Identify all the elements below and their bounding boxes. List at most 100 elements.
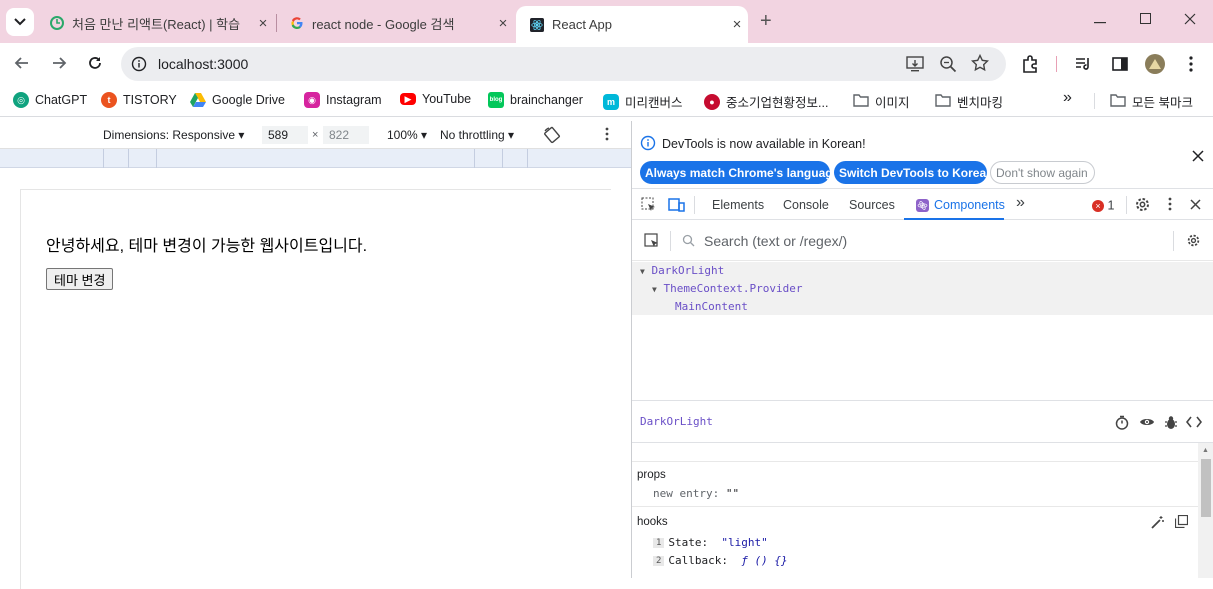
tree-node-darkorlight[interactable]: ▼ DarkOrLight xyxy=(640,264,724,277)
bookmark-youtube[interactable]: ▶ YouTube xyxy=(400,92,471,106)
inspector-scrollbar[interactable]: ▲ xyxy=(1198,443,1213,578)
tab-google-search[interactable]: react node - Google 검색 × xyxy=(276,8,514,38)
reload-button[interactable] xyxy=(81,51,109,79)
profile-avatar[interactable] xyxy=(1144,53,1166,75)
tab-react-course[interactable]: 처음 만난 리액트(React) | 학습 × xyxy=(36,8,274,38)
component-settings-gear-icon[interactable] xyxy=(1186,233,1201,251)
maximize-button[interactable] xyxy=(1122,0,1168,40)
stopwatch-icon[interactable] xyxy=(1115,415,1129,433)
tab-console[interactable]: Console xyxy=(783,198,829,212)
theme-toggle-button[interactable]: 테마 변경 xyxy=(46,268,114,290)
back-button[interactable] xyxy=(8,51,36,79)
tab-elements[interactable]: Elements xyxy=(712,198,764,212)
google-g-icon xyxy=(290,16,304,30)
width-input[interactable]: 589 xyxy=(262,126,308,144)
device-toggle-icon[interactable] xyxy=(668,197,685,216)
more-bookmarks-button[interactable]: » xyxy=(1063,89,1072,107)
device-toolbar: Dimensions: Responsive ▾ 589 × 822 100% … xyxy=(0,121,631,149)
bookmark-google-drive[interactable]: Google Drive xyxy=(190,92,285,108)
eye-icon[interactable] xyxy=(1139,416,1155,431)
tab-react-app[interactable]: React App × xyxy=(516,6,748,43)
component-search-input[interactable]: Search (text or /regex/) xyxy=(704,233,847,249)
tab-search-button[interactable] xyxy=(6,8,34,36)
settings-gear-icon[interactable] xyxy=(1134,196,1151,216)
blog-icon: blog xyxy=(488,92,504,108)
device-options-kebab-icon[interactable] xyxy=(605,127,609,144)
instagram-icon: ◉ xyxy=(304,92,320,108)
customize-kebab-icon[interactable] xyxy=(1168,197,1172,214)
miricanvas-icon: m xyxy=(603,93,619,110)
tab-divider xyxy=(1126,196,1127,214)
bookmark-folder-benchmark[interactable]: 벤치마킹 xyxy=(935,92,1003,111)
drive-icon xyxy=(190,92,206,108)
scroll-up-icon[interactable]: ▲ xyxy=(1202,447,1209,454)
magic-wand-icon[interactable] xyxy=(1150,515,1165,533)
bookmark-tistory[interactable]: t TISTORY xyxy=(101,92,177,108)
reload-icon xyxy=(87,55,103,76)
bookmark-instagram[interactable]: ◉ Instagram xyxy=(304,92,382,108)
address-bar[interactable]: localhost:3000 xyxy=(121,47,1006,81)
close-tab-icon[interactable]: × xyxy=(252,15,274,32)
tab-components[interactable]: Components xyxy=(904,190,1005,220)
throttling-dropdown[interactable]: No throttling ▾ xyxy=(440,128,514,142)
tab-sources[interactable]: Sources xyxy=(849,198,895,212)
close-window-button[interactable] xyxy=(1167,0,1213,40)
minimize-icon xyxy=(1094,13,1106,27)
install-app-icon[interactable] xyxy=(906,55,924,76)
menu-kebab-icon[interactable] xyxy=(1180,53,1202,75)
scrollbar-thumb[interactable] xyxy=(1201,459,1211,517)
bookmark-folder-images[interactable]: 이미지 xyxy=(853,92,910,111)
bookmark-brainchanger[interactable]: blog brainchanger xyxy=(488,92,583,108)
component-tree: ▼ DarkOrLight ▼ ThemeContext.Provider Ma… xyxy=(632,262,1213,315)
tree-node-maincontent[interactable]: MainContent xyxy=(675,300,748,313)
dimensions-dropdown[interactable]: Dimensions: Responsive ▾ xyxy=(103,128,244,142)
dont-show-again-button[interactable]: Don't show again xyxy=(990,161,1095,184)
close-tab-icon[interactable]: × xyxy=(492,15,514,32)
height-input[interactable]: 822 xyxy=(323,126,369,144)
hook-row[interactable]: 2 Callback: ƒ () {} xyxy=(653,554,788,567)
bookmark-chatgpt[interactable]: ◎ ChatGPT xyxy=(13,92,87,108)
hook-row[interactable]: 1 State: "light" xyxy=(653,536,768,549)
chatgpt-icon: ◎ xyxy=(13,92,29,108)
zoom-dropdown[interactable]: 100% ▾ xyxy=(387,128,427,142)
tree-node-themecontext-provider[interactable]: ▼ ThemeContext.Provider xyxy=(652,282,803,295)
side-panel-icon[interactable] xyxy=(1109,53,1131,75)
props-new-entry[interactable]: new entry: "" xyxy=(653,487,739,500)
times-symbol: × xyxy=(312,129,319,141)
new-tab-button[interactable]: + xyxy=(760,10,772,33)
error-badge[interactable]: × 1 xyxy=(1092,198,1114,213)
select-component-icon[interactable] xyxy=(644,233,660,252)
hook-name: State xyxy=(668,536,702,549)
dimensions-label: Dimensions: Responsive xyxy=(103,128,236,142)
zoom-icon[interactable] xyxy=(939,55,957,76)
bookmarks-bar: ◎ ChatGPT t TISTORY Google Drive ◉ Instagra… xyxy=(0,85,1213,117)
maximize-icon xyxy=(1139,13,1151,27)
folder-icon xyxy=(1110,93,1126,110)
bug-icon[interactable] xyxy=(1164,415,1178,433)
inspect-element-icon[interactable] xyxy=(641,197,657,216)
error-icon: × xyxy=(1092,199,1104,212)
close-notice-icon[interactable] xyxy=(1192,150,1204,165)
site-info-icon[interactable] xyxy=(131,56,147,75)
bookmark-star-icon[interactable] xyxy=(970,53,990,75)
bookmark-all-folder[interactable]: 모든 북마크 xyxy=(1110,92,1193,111)
match-language-button[interactable]: Always match Chrome's language xyxy=(640,161,839,184)
url-text[interactable]: localhost:3000 xyxy=(158,56,248,72)
switch-korean-button[interactable]: Switch DevTools to Korean xyxy=(834,161,993,184)
bookmark-miricanvas[interactable]: m 미리캔버스 xyxy=(603,92,683,111)
copy-icon[interactable] xyxy=(1174,514,1189,531)
selected-component-name: DarkOrLight xyxy=(640,415,713,428)
minimize-button[interactable] xyxy=(1077,0,1123,40)
close-tab-icon[interactable]: × xyxy=(726,16,748,33)
hook-value: "light" xyxy=(721,536,768,549)
view-source-icon[interactable] xyxy=(1185,415,1203,432)
rotate-icon[interactable] xyxy=(543,126,561,147)
media-control-icon[interactable] xyxy=(1072,53,1094,75)
caret-down-icon: ▾ xyxy=(508,128,515,142)
more-tabs-icon[interactable]: » xyxy=(1016,194,1025,212)
close-devtools-icon[interactable] xyxy=(1190,199,1201,213)
bookmark-sme-info[interactable]: ● 중소기업현황정보... xyxy=(704,92,828,111)
forward-button[interactable] xyxy=(45,51,73,79)
media-query-ruler[interactable] xyxy=(0,149,631,168)
extensions-icon[interactable] xyxy=(1019,53,1041,75)
